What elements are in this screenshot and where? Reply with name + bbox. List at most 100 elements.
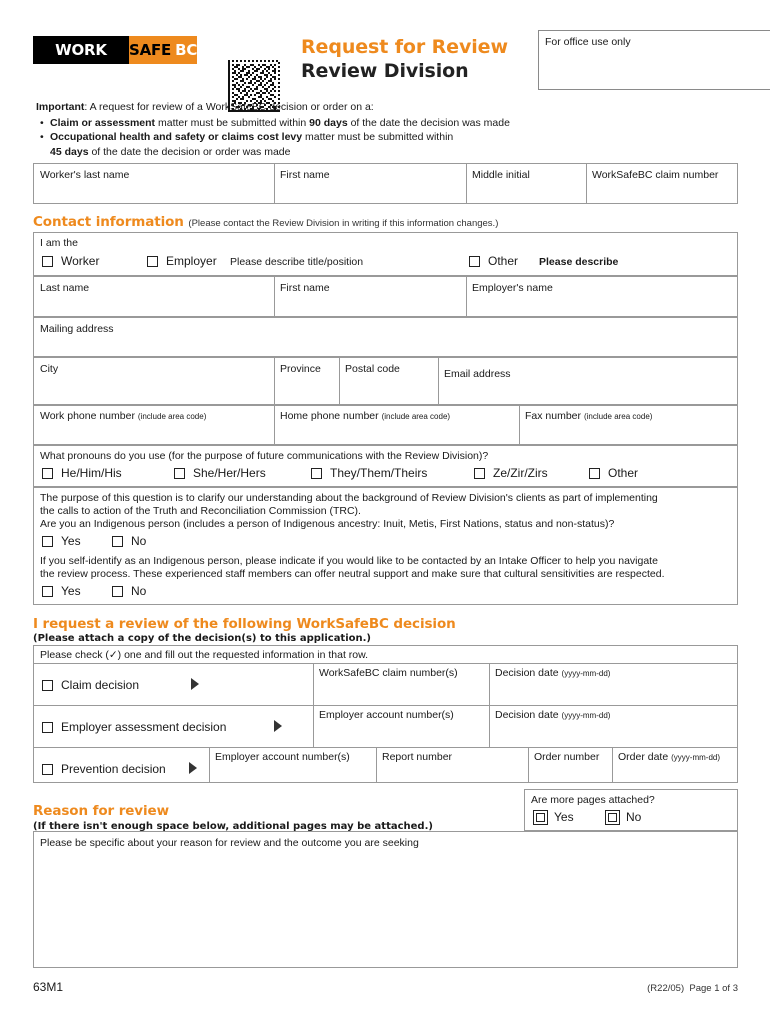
home-phone-input[interactable] [274,421,517,444]
checkbox-claim-decision[interactable] [42,680,53,691]
checkbox-employer-assessment-label: Employer assessment decision [61,720,227,734]
contact-first-name-input[interactable] [274,293,464,316]
i-am-the-label: I am the [40,237,78,249]
checkbox-pronoun-he-label: He/Him/His [61,466,122,480]
worker-middle-initial-input[interactable] [466,180,584,203]
worker-last-name-input[interactable] [34,180,272,203]
prevention-row-divider-3 [528,747,529,782]
logo-safe-text: SAFE [129,41,172,59]
work-phone-note: (include area code) [137,412,207,421]
bullet1-bold: Claim or assessment [50,116,156,129]
footer-revision: (R22/05) [647,983,685,994]
prevention-row-arrow-icon [189,762,197,774]
intake-officer-line1: If you self-identify as an Indigenous pe… [40,555,658,567]
checkbox-claim-decision-label: Claim decision [61,678,140,692]
worker-claim-number-input[interactable] [586,180,736,203]
pages-attached-box: Are more pages attached? Yes No [524,789,738,831]
worker-first-name-input[interactable] [274,180,464,203]
reason-text-area[interactable]: Please be specific about your reason for… [33,831,738,968]
checkbox-pages-attached-no-label: No [626,810,642,824]
checkbox-pronoun-other[interactable] [589,468,600,479]
fax-note: (include area code) [583,412,653,421]
report-number-input[interactable] [383,762,523,781]
checkbox-pronoun-ze[interactable] [474,468,485,479]
email-input[interactable] [438,379,736,404]
contact-employer-name-input[interactable] [466,293,736,316]
bullet2-end: of the date the decision or order was ma… [88,145,291,158]
contact-heading-note: (Please contact the Review Division in w… [188,218,499,229]
checkbox-employer-label: Employer [166,254,217,268]
decision-instruction: Please check (✓) one and fill out the re… [40,649,369,661]
checkbox-indigenous-no[interactable] [112,536,123,547]
checkbox-other-role-label: Other [488,254,519,268]
indigenous-purpose-line2: the calls to action of the Truth and Rec… [40,505,361,517]
order-number-input[interactable] [535,762,607,781]
logo-safebc-block: SAFE BC [129,36,197,64]
bullet1-days: 90 days [309,116,348,129]
decision-section-subheading: (Please attach a copy of the decision(s)… [33,633,372,644]
province-input[interactable] [274,374,337,404]
checkbox-pronoun-she[interactable] [174,468,185,479]
mailing-address-input[interactable] [34,334,736,356]
reason-placeholder-text: Please be specific about your reason for… [40,837,419,849]
bullet1-end: of the date the decision was made [347,116,510,129]
assessment-decision-date-input[interactable] [496,720,734,744]
order-date-input[interactable] [619,762,734,781]
other-describe-input[interactable] [580,255,730,273]
assessment-row-divider-1 [313,705,314,747]
work-phone-input[interactable] [34,421,272,444]
bullet2-bold: Occupational health and safety or claims… [50,131,303,143]
checkbox-employer-assessment-decision[interactable] [42,722,53,733]
checkbox-pronoun-other-label: Other [608,466,639,480]
prevention-row-divider-1 [209,747,210,782]
checkbox-pages-attached-no[interactable] [605,810,620,825]
checkbox-worker[interactable] [42,256,53,267]
checkbox-pronoun-they-label: They/Them/Theirs [330,466,428,480]
checkbox-prevention-decision[interactable] [42,764,53,775]
checkbox-pronoun-ze-label: Ze/Zir/Zirs [493,466,548,480]
important-notice: Important: A request for review of a Wor… [36,100,736,159]
checkbox-intake-yes-label: Yes [61,584,81,598]
footer-revision-page: (R22/05) Page 1 of 3 [647,983,738,994]
checkbox-indigenous-yes[interactable] [42,536,53,547]
checkbox-intake-no-label: No [131,584,147,598]
claim-row-divider-1 [313,663,314,705]
pronouns-question: What pronouns do you use (for the purpos… [40,450,489,462]
checkbox-pronoun-she-label: She/Her/Hers [193,466,266,480]
checkbox-other-role[interactable] [469,256,480,267]
checkbox-pages-attached-yes[interactable] [533,810,548,825]
contact-last-name-input[interactable] [34,293,272,316]
important-lead-text: : A request for review of a WorkSafeBC d… [84,101,374,113]
checkbox-worker-label: Worker [61,254,100,268]
claim-decision-date-note: (yyyy-mm-dd) [561,669,611,678]
checkbox-employer[interactable] [147,256,158,267]
prevention-account-number-input[interactable] [216,762,371,781]
indigenous-identity-box: The purpose of this question is to clari… [33,487,738,605]
logo-work-text: WORK [33,36,129,64]
bullet2-mid: matter must be submitted within [302,131,454,143]
fax-input[interactable] [519,421,736,444]
checkbox-intake-no[interactable] [112,586,123,597]
checkbox-intake-yes[interactable] [42,586,53,597]
form-page: WORK SAFE BC Request for Review Review D… [0,0,770,1024]
pages-attached-question: Are more pages attached? [531,794,655,806]
employer-title-position-input[interactable] [300,255,430,273]
assessment-decision-date-note: (yyyy-mm-dd) [561,711,611,720]
office-use-label: For office use only [545,36,631,48]
postal-code-input[interactable] [339,374,436,404]
city-input[interactable] [34,374,272,404]
reason-section-heading: Reason for review [33,803,169,819]
checkbox-indigenous-yes-label: Yes [61,534,81,548]
important-lead: Important: A request for review of a Wor… [36,100,736,115]
claim-row-arrow-icon [191,678,199,690]
important-lead-label: Important [36,101,85,113]
claim-decision-date-input[interactable] [496,678,734,702]
important-bullet-2: Occupational health and safety or claims… [40,130,736,159]
employer-account-number-input[interactable] [320,720,485,744]
checkbox-pronoun-they[interactable] [311,468,322,479]
form-header: WORK SAFE BC Request for Review Review D… [33,30,770,112]
claim-number-input[interactable] [320,678,485,702]
prevention-order-date-note: (yyyy-mm-dd) [671,753,721,762]
indigenous-question: Are you an Indigenous person (includes a… [40,518,615,530]
checkbox-pronoun-he[interactable] [42,468,53,479]
